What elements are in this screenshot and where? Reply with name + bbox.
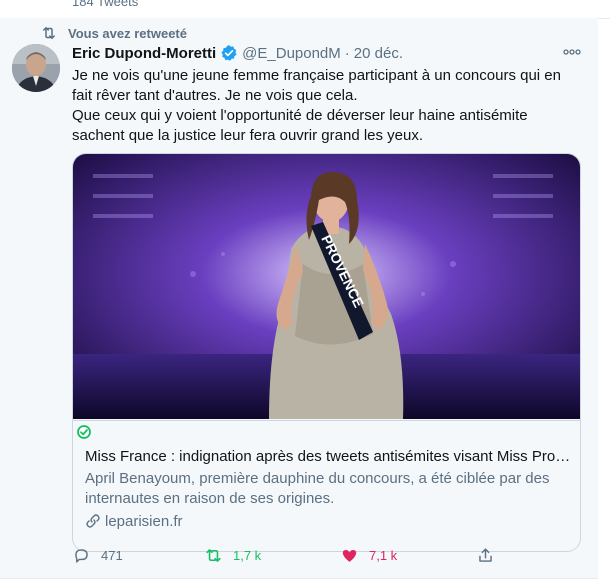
- tweet-text-line: Je ne vois qu'une jeune femme française …: [72, 67, 561, 84]
- like-button[interactable]: 7,1 k: [340, 546, 397, 565]
- retweet-count: 1,7 k: [233, 548, 262, 563]
- reply-button[interactable]: 471: [72, 546, 123, 565]
- card-title: Miss France : indignation après des twee…: [85, 448, 573, 465]
- tweet-actions: 471 1,7 k 7,1 k: [72, 546, 572, 568]
- more-options-icon[interactable]: [562, 44, 582, 60]
- card-description: April Benayoum, première dauphine du con…: [85, 470, 550, 507]
- tweet-text-line: fait rêver tant d'autres. Je ne vois que…: [72, 87, 358, 104]
- tweet-text: Je ne vois qu'une jeune femme française …: [72, 66, 572, 146]
- tweet-text-line: sachent que la justice leur fera ouvrir …: [72, 127, 424, 144]
- retweet-label: Vous avez retweeté: [68, 25, 187, 41]
- author-name[interactable]: Eric Dupond-Moretti: [72, 45, 216, 62]
- card-image: PROVENCE: [73, 154, 580, 419]
- tweet-text-line: Que ceux qui y voient l'opportunité de d…: [72, 107, 528, 124]
- card-domain-text: leparisien.fr: [105, 512, 183, 530]
- separator-dot: ·: [344, 44, 350, 62]
- retweet-icon: [43, 27, 55, 39]
- tweet-count: 184 Tweets: [72, 0, 139, 9]
- avatar-image: [12, 44, 60, 92]
- avatar[interactable]: [12, 44, 60, 92]
- link-card[interactable]: PROVENCE Miss France : indignation après…: [72, 153, 581, 552]
- author-handle[interactable]: @E_DupondM: [242, 45, 341, 62]
- tweet-date[interactable]: 20 déc.: [354, 45, 403, 62]
- retweet-icon: [206, 549, 221, 562]
- share-icon: [479, 548, 492, 562]
- card-domain: leparisien.fr: [85, 511, 183, 531]
- profile-header-strip: 184 Tweets: [0, 0, 610, 19]
- link-icon: [86, 514, 100, 528]
- tweet-article[interactable]: Vous avez retweeté Eric Dupond-Moretti @…: [0, 18, 598, 579]
- tweet-header: Eric Dupond-Moretti @E_DupondM · 20 déc.: [72, 42, 582, 64]
- reply-icon: [75, 549, 88, 563]
- like-count: 7,1 k: [369, 548, 398, 563]
- card-body: Miss France : indignation après des twee…: [73, 420, 580, 551]
- like-icon: [342, 549, 357, 562]
- check-badge-icon: [77, 425, 91, 439]
- verified-badge-icon: [221, 45, 237, 61]
- retweet-context: Vous avez retweeté: [40, 24, 187, 42]
- retweet-button[interactable]: 1,7 k: [204, 546, 261, 565]
- share-button[interactable]: [476, 546, 495, 565]
- reply-count: 471: [101, 548, 123, 563]
